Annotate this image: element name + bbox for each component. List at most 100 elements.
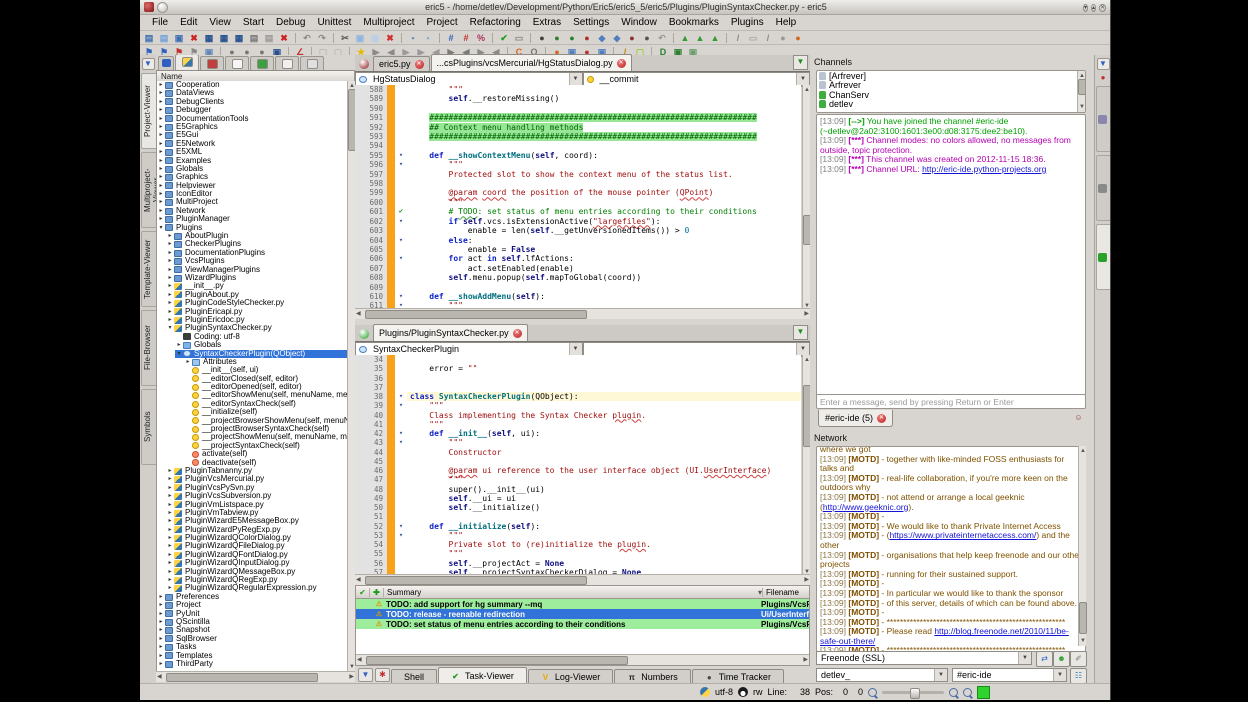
fold-marker-icon[interactable]: ▾ — [395, 254, 407, 263]
member-combo[interactable]: ▼ — [583, 342, 811, 356]
save-all-icon[interactable]: ▦ — [232, 32, 246, 44]
task-check-icon[interactable]: ✔ — [356, 588, 370, 597]
search-next-icon[interactable]: ● — [550, 32, 564, 44]
message-input[interactable] — [816, 394, 1086, 409]
menu-edit[interactable]: Edit — [174, 16, 203, 29]
mail-icon[interactable]: ▪ — [406, 32, 420, 44]
tree-item[interactable]: ▾SyntaxCheckerPlugin(QObject) — [157, 350, 348, 358]
editor-bottom-vscrollbar[interactable]: ▲▼ — [802, 355, 810, 577]
tree-item[interactable]: Coding: utf-8 — [157, 333, 348, 341]
search-project-icon[interactable]: ● — [625, 32, 639, 44]
editor-tab[interactable]: eric5.py✕ — [373, 56, 430, 71]
editor-top-vscrollbar[interactable]: ▲▼ — [802, 85, 810, 311]
permission-indicator[interactable]: rw — [753, 687, 763, 697]
tool-tab-numbers[interactable]: πNumbers — [614, 669, 691, 684]
sidebar-tab-debug-viewer[interactable]: Debug-Viewer — [1096, 86, 1111, 152]
network-message-area[interactable]: where we got[13:09] [MOTD] - together wi… — [816, 446, 1086, 652]
fold-marker-icon[interactable]: ▾ — [395, 217, 407, 226]
tree-item[interactable]: ▸ThirdParty — [157, 660, 348, 668]
sidebar-tab-symbols[interactable]: Symbols — [141, 389, 157, 465]
sidebar-tab-file-browser[interactable]: File-Browser — [141, 310, 157, 386]
quit-icon[interactable]: ✖ — [277, 32, 291, 44]
tree-vscrollbar[interactable]: ▲▼ — [347, 81, 355, 672]
autocomplete-icon[interactable]: ▭ — [512, 32, 526, 44]
menu-unittest[interactable]: Unittest — [311, 16, 357, 29]
print-icon[interactable]: ▤ — [247, 32, 261, 44]
fold-marker-icon[interactable]: ▾ — [395, 292, 407, 301]
channel-close-icon[interactable]: ✕ — [877, 414, 886, 423]
search-icon[interactable]: ● — [535, 32, 549, 44]
resources-tab[interactable] — [225, 56, 249, 70]
save-icon[interactable]: ▦ — [202, 32, 216, 44]
close-tab-icon[interactable]: ✕ — [513, 329, 522, 338]
open-icon[interactable]: ▣ — [172, 32, 186, 44]
menu-settings[interactable]: Settings — [567, 16, 615, 29]
nav-forward-icon[interactable]: ◆ — [595, 32, 609, 44]
run-project-icon[interactable]: ▲ — [693, 32, 707, 44]
tool-tab-time-tracker[interactable]: ●Time Tracker — [692, 669, 784, 684]
tool-tab-task-viewer[interactable]: ✔Task-Viewer — [438, 667, 527, 684]
menu-start[interactable]: Start — [237, 16, 270, 29]
delete-icon[interactable]: ✖ — [383, 32, 397, 44]
sidebar-tab-project-viewer[interactable]: Project-Viewer — [141, 73, 157, 149]
fold-marker-icon[interactable]: ▾ — [395, 438, 407, 447]
close-tab-icon[interactable]: ✕ — [617, 59, 626, 68]
irc-user-row[interactable]: [Arfrever] — [817, 71, 1085, 81]
close-button[interactable]: ✕ — [1099, 4, 1106, 12]
mail-attach-icon[interactable]: ▪ — [421, 32, 435, 44]
python-run-icon[interactable]: ▲ — [678, 32, 692, 44]
menu-extras[interactable]: Extras — [527, 16, 567, 29]
copy-icon[interactable]: ▣ — [353, 32, 367, 44]
new-window-icon[interactable]: ▤ — [142, 32, 156, 44]
emote-icon[interactable]: ☺ — [1071, 411, 1086, 425]
new-icon[interactable]: ▤ — [157, 32, 171, 44]
fold-marker-icon[interactable]: ▾ — [395, 429, 407, 438]
task-add-icon[interactable]: ✚ — [370, 588, 384, 597]
tree-hscrollbar[interactable]: ◀▶ — [156, 671, 355, 682]
fold-marker-icon[interactable]: ▾ — [395, 151, 407, 160]
comment-ratio-icon[interactable]: % — [474, 32, 488, 44]
nickname-combo[interactable]: detlev_▼ — [816, 668, 948, 682]
window-menu-button[interactable] — [157, 2, 168, 13]
class-combo[interactable]: SyntaxCheckerPlugin▼ — [355, 342, 583, 356]
fold-marker-icon[interactable]: ▾ — [395, 522, 407, 531]
menu-view[interactable]: View — [203, 16, 237, 29]
search-prev-icon[interactable]: ● — [565, 32, 579, 44]
tool-tab-log-viewer[interactable]: VLog-Viewer — [528, 669, 613, 684]
task-header-filename[interactable]: Filename — [763, 588, 809, 597]
maximize-button[interactable]: ▴ — [1091, 4, 1096, 12]
search-open-files-icon[interactable]: ● — [640, 32, 654, 44]
zoom-slider[interactable] — [882, 691, 944, 694]
menu-bookmarks[interactable]: Bookmarks — [663, 16, 725, 29]
task-row[interactable]: ⚠TODO: add support for hg summary --mqPl… — [356, 599, 809, 609]
zoom-out-icon[interactable] — [868, 688, 877, 697]
sidebar-tab-irc[interactable]: IRC — [1096, 224, 1111, 290]
fold-marker-icon[interactable]: ▾ — [395, 236, 407, 245]
task-row[interactable]: ⚠TODO: release - reenable redirectionUi/… — [356, 609, 809, 619]
irc-user-list[interactable]: [Arfrever]ArfreverChanServdetlev ▲▼ — [816, 70, 1086, 113]
settings-wrench-icon[interactable]: ✐ — [1070, 651, 1087, 667]
print-preview-icon[interactable]: ▤ — [262, 32, 276, 44]
channel-message-area[interactable]: [13:09] [-->] You have joined the channe… — [816, 114, 1086, 396]
profile-icon[interactable]: / — [731, 32, 745, 44]
filter-icon[interactable] — [158, 56, 174, 70]
translations-tab[interactable] — [250, 56, 274, 70]
zoom-in-status-icon[interactable] — [949, 688, 958, 697]
zoom-reset-status-icon[interactable] — [963, 688, 972, 697]
user-list-vscrollbar[interactable]: ▲▼ — [1077, 71, 1085, 112]
sidebar-tab-multiproject-viewer[interactable]: Multiproject-Viewer — [141, 152, 157, 228]
fold-marker-icon[interactable]: ▾ — [395, 392, 407, 401]
task-hscrollbar[interactable]: ◀▶ — [356, 654, 809, 665]
fold-marker-icon[interactable]: ▾ — [395, 160, 407, 169]
interfaces-tab[interactable] — [275, 56, 299, 70]
menu-multiproject[interactable]: Multiproject — [357, 16, 420, 29]
editor-bottom-hscrollbar[interactable]: ◀▶ — [355, 574, 810, 585]
file-list-dropdown-icon[interactable]: ▼ — [793, 325, 808, 340]
menu-plugins[interactable]: Plugins — [725, 16, 770, 29]
annotate-icon[interactable]: ▭ — [746, 32, 760, 44]
web-browser-icon[interactable]: ● — [791, 32, 805, 44]
menu-refactoring[interactable]: Refactoring — [464, 16, 527, 29]
eol-linux-icon[interactable] — [738, 687, 748, 697]
record-icon[interactable]: ● — [1098, 73, 1109, 83]
encoding-indicator[interactable]: utf-8 — [715, 687, 733, 697]
